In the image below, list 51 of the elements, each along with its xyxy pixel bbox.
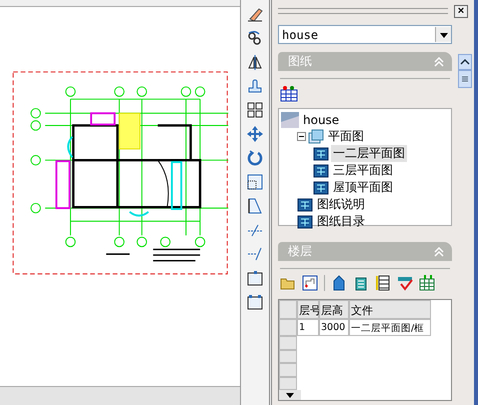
tree-item[interactable]: 一二层平面图: [331, 145, 407, 162]
frame-icon: [302, 275, 318, 291]
row-header[interactable]: [279, 336, 297, 350]
array-icon: [247, 102, 263, 118]
move-icon: [247, 126, 263, 142]
tree-item[interactable]: 平面图: [326, 128, 366, 145]
tree-item[interactable]: house: [301, 112, 342, 126]
house-thumbnail-icon: [281, 112, 299, 128]
check-icon: [397, 275, 413, 291]
box-icon: [247, 294, 263, 310]
eraser-icon: [247, 6, 263, 22]
project-combo[interactable]: house: [278, 25, 452, 44]
close-button[interactable]: ×: [454, 4, 468, 18]
blueprint-icon: [297, 214, 313, 230]
scale-icon: [247, 174, 263, 190]
sheets-icon: [308, 128, 324, 144]
mirror-icon: [247, 54, 263, 70]
building-icon: [331, 275, 347, 291]
blueprint-icon: [313, 146, 329, 162]
building-icon: [353, 275, 369, 291]
add-table-icon: [419, 275, 435, 291]
blueprint-icon: [313, 162, 329, 178]
blueprint-icon: [313, 180, 329, 196]
tree-item[interactable]: 图纸目录: [315, 213, 367, 230]
add-table-icon: [280, 85, 298, 102]
row-header[interactable]: [279, 319, 297, 336]
blueprint-icon: [297, 196, 313, 212]
dropdown-arrow-icon: [438, 30, 448, 38]
box-icon: [247, 270, 263, 286]
chain-icon: [247, 30, 263, 46]
scroll-down-button[interactable]: [279, 390, 301, 400]
offset-icon: [247, 78, 263, 94]
tree-item[interactable]: 图纸说明: [315, 196, 367, 213]
column-header[interactable]: 层高: [319, 300, 349, 319]
column-header[interactable]: 层号: [297, 300, 319, 319]
table-cell: 一二层平面图/框: [349, 319, 431, 336]
down-arrow-icon: [285, 392, 295, 399]
extend-icon: [247, 246, 263, 262]
tree-item[interactable]: 三层平面图: [331, 162, 395, 179]
corner-cell: [279, 300, 297, 319]
stretch-icon: [247, 198, 263, 214]
grip-icon: [461, 76, 469, 82]
tree-item[interactable]: 屋顶平面图: [331, 179, 395, 196]
table-cell: 3000: [319, 319, 349, 336]
rotate-icon: [247, 150, 263, 166]
stair-grid-icon: [375, 275, 391, 291]
column-header[interactable]: 文件: [349, 300, 431, 319]
row-header[interactable]: [279, 350, 297, 364]
horizontal-scrollbar[interactable]: [0, 386, 240, 405]
row-header[interactable]: [279, 363, 297, 377]
table-cell: 1: [297, 319, 319, 336]
